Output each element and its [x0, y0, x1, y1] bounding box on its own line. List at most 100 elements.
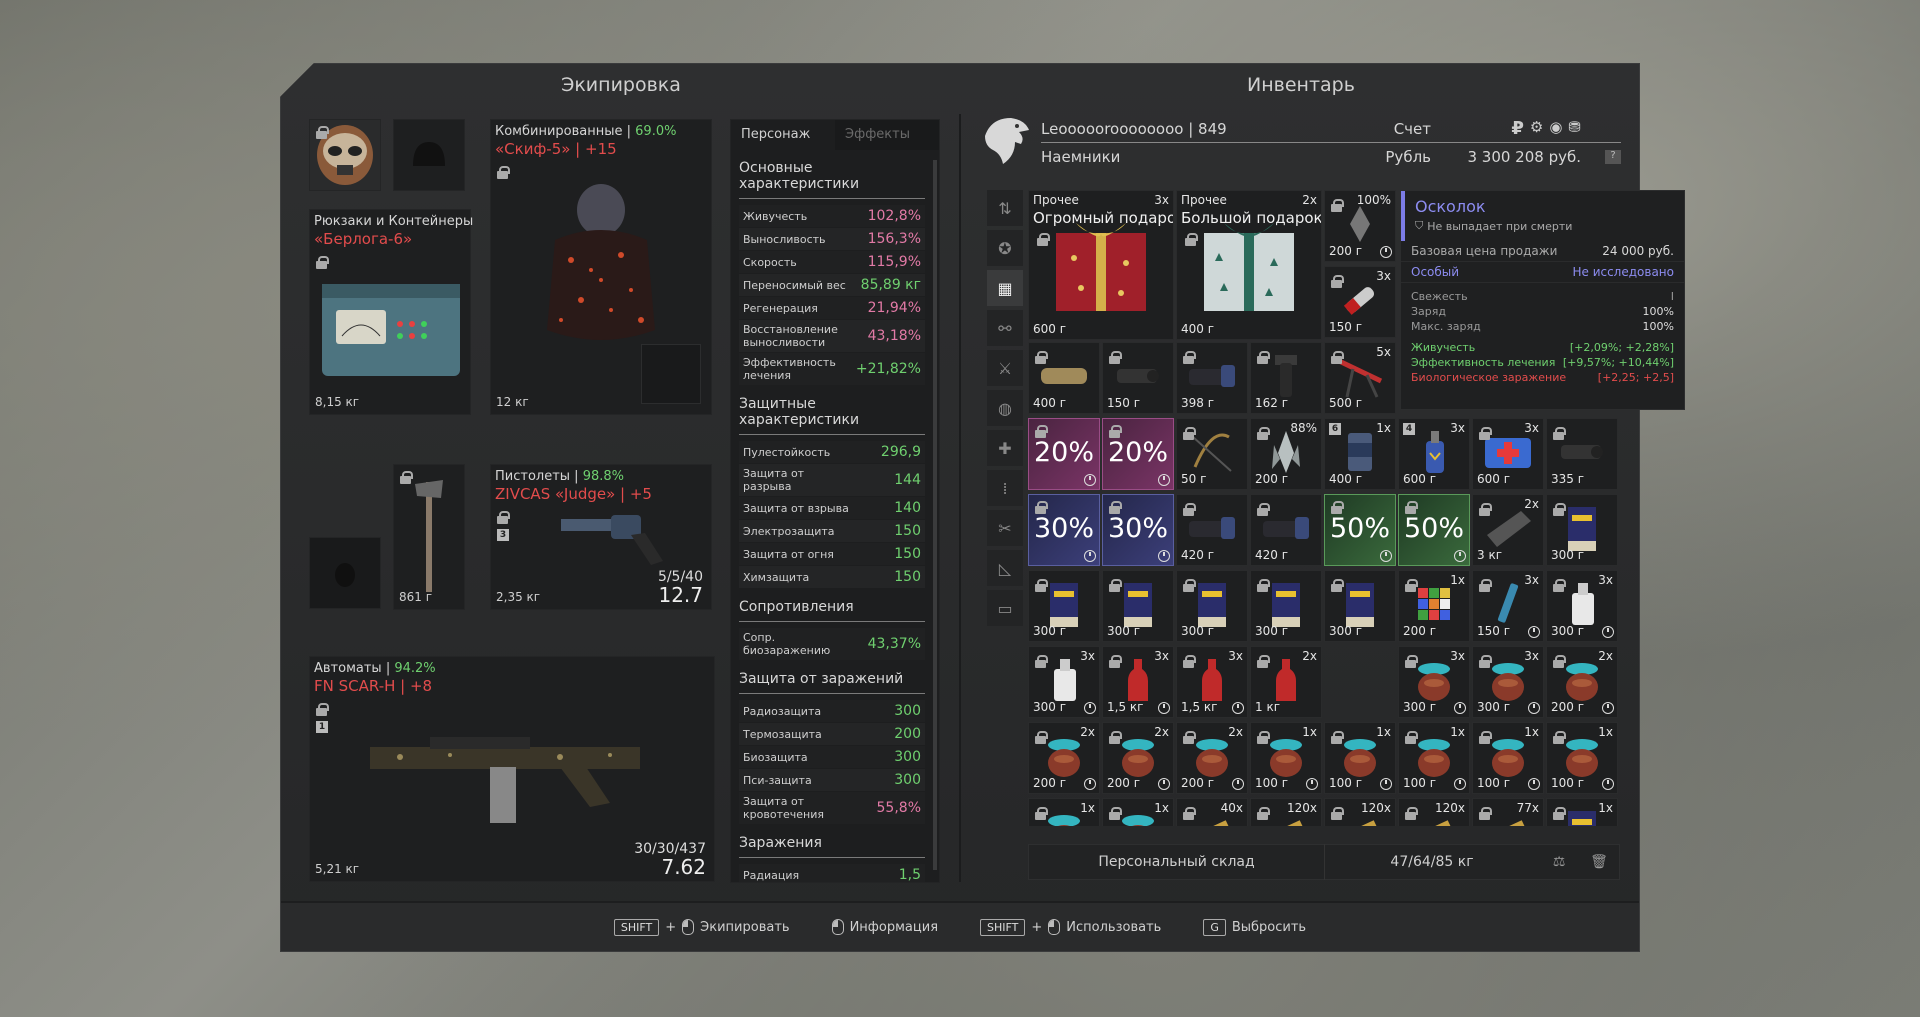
melee-slot[interactable]: 861 г: [393, 464, 465, 610]
helmet-slot[interactable]: [393, 119, 465, 191]
inventory-item[interactable]: 3x 600 г: [1472, 418, 1544, 490]
grenade-slot[interactable]: [309, 537, 381, 609]
inventory-item[interactable]: Прочее Большой подарок 2x 400 г: [1176, 190, 1322, 340]
inventory-item[interactable]: 1x 400 г 6: [1324, 418, 1396, 490]
knife-icon[interactable]: ⚔: [987, 350, 1023, 386]
inventory-item[interactable]: 2x 3 кг: [1472, 494, 1544, 566]
stat-label: Эффективность лечения: [743, 356, 836, 382]
inventory-item[interactable]: 2x 1 кг: [1250, 646, 1322, 718]
inventory-item[interactable]: 2x 200 г: [1176, 722, 1248, 794]
inventory-item[interactable]: 40x: [1176, 798, 1248, 826]
inventory-item[interactable]: 1x: [1546, 798, 1618, 826]
inventory-item[interactable]: Прочее Огромный подарок 3x 600 г: [1028, 190, 1174, 340]
inventory-item[interactable]: 2x 200 г: [1028, 722, 1100, 794]
inventory-item[interactable]: 162 г: [1250, 342, 1322, 414]
inventory-item[interactable]: 1x 100 г: [1472, 722, 1544, 794]
item-weight: 400 г: [1181, 322, 1215, 336]
rifle-slot[interactable]: Автоматы | 94.2% FN SCAR-H | +8 1 30/30/…: [309, 656, 715, 882]
lock-icon: [1479, 579, 1492, 592]
hint-bar: SHIFT + Экипировать Информация SHIFT + И…: [281, 901, 1639, 951]
inventory-item[interactable]: 1x 100 г: [1546, 722, 1618, 794]
inventory-item[interactable]: 1x 100 г: [1398, 722, 1470, 794]
inventory-item[interactable]: 100% 200 г: [1324, 190, 1396, 262]
inventory-item[interactable]: 3x 300 г: [1398, 646, 1470, 718]
armor-slot[interactable]: Комбинированные | 69.0% «Скиф-5» | +15 1…: [490, 119, 712, 415]
personal-storage-tab[interactable]: Персональный склад: [1029, 844, 1325, 880]
item-quantity: 3x: [1450, 421, 1465, 435]
stat-row: Живучесть 102,8%: [739, 205, 925, 227]
lock-icon: [316, 126, 329, 139]
inventory-item[interactable]: 3x 300 г: [1472, 646, 1544, 718]
medkit-icon[interactable]: ✚: [987, 430, 1023, 466]
item-quantity: 3x: [1228, 649, 1243, 663]
inventory-item[interactable]: 3x 1,5 кг: [1176, 646, 1248, 718]
inventory-item[interactable]: 2x 200 г: [1546, 646, 1618, 718]
armor-module-slot[interactable]: [641, 344, 701, 404]
inventory-item[interactable]: 1x: [1102, 798, 1174, 826]
inventory-item[interactable]: 1x 100 г: [1324, 722, 1396, 794]
plus-sign: +: [665, 919, 677, 935]
inventory-item[interactable]: 3x 300 г: [1546, 570, 1618, 642]
inventory-item[interactable]: 300 г: [1250, 570, 1322, 642]
item-percent: 20%: [1033, 437, 1094, 468]
inventory-item[interactable]: 120x: [1250, 798, 1322, 826]
stats-scrollbar[interactable]: [933, 160, 937, 870]
item-weight: 1 кг: [1255, 700, 1281, 714]
inventory-item[interactable]: 5x 500 г: [1324, 342, 1396, 414]
sort-icon[interactable]: ⇅: [987, 190, 1023, 226]
inventory-item[interactable]: 50%: [1324, 494, 1396, 566]
inventory-item[interactable]: 420 г: [1176, 494, 1248, 566]
trash-icon[interactable]: 🗑: [1579, 854, 1619, 870]
inventory-item[interactable]: 3x 1,5 кг: [1102, 646, 1174, 718]
pistol-slot[interactable]: Пистолеты | 98.8% ZIVCAS «Judge» | +5 3 …: [490, 464, 712, 610]
tools-icon[interactable]: ✂: [987, 510, 1023, 546]
star-icon[interactable]: ✪: [987, 230, 1023, 266]
inventory-item[interactable]: 420 г: [1250, 494, 1322, 566]
link-icon[interactable]: ⚯: [987, 310, 1023, 346]
tab-effects[interactable]: Эффекты: [835, 120, 939, 150]
inventory-item[interactable]: 30%: [1102, 494, 1174, 566]
tab-character[interactable]: Персонаж: [731, 120, 835, 150]
ammo-icon[interactable]: ⁞: [987, 470, 1023, 506]
inventory-item[interactable]: 300 г: [1324, 570, 1396, 642]
inventory-item[interactable]: 20%: [1028, 418, 1100, 490]
ruler-icon[interactable]: ◺: [987, 550, 1023, 586]
coin-icon[interactable]: ◉: [1549, 118, 1562, 139]
inventory-item[interactable]: 335 г: [1546, 418, 1618, 490]
inventory-item[interactable]: 2x 200 г: [1102, 722, 1174, 794]
stat-label: Переносимый вес: [743, 278, 846, 292]
inventory-item[interactable]: 50%: [1398, 494, 1470, 566]
inventory-item[interactable]: 300 г: [1102, 570, 1174, 642]
stat-label: Выносливость: [743, 232, 826, 246]
gear-icon[interactable]: ⚙: [1530, 118, 1543, 139]
inventory-item[interactable]: 1x 200 г: [1398, 570, 1470, 642]
inventory-item[interactable]: 3x 300 г: [1028, 646, 1100, 718]
inventory-item[interactable]: 3x 600 г 4: [1398, 418, 1470, 490]
inventory-item[interactable]: 77x: [1472, 798, 1544, 826]
inventory-item[interactable]: 300 г: [1546, 494, 1618, 566]
inventory-item[interactable]: 3x 150 г: [1472, 570, 1544, 642]
inventory-item[interactable]: 30%: [1028, 494, 1100, 566]
inventory-item[interactable]: 400 г: [1028, 342, 1100, 414]
grid-icon[interactable]: ▦: [987, 270, 1023, 306]
ruble-icon[interactable]: ₽: [1511, 118, 1524, 139]
box-icon[interactable]: ▭: [987, 590, 1023, 626]
inventory-item[interactable]: 88% 200 г: [1250, 418, 1322, 490]
inventory-item[interactable]: 1x: [1028, 798, 1100, 826]
inventory-item[interactable]: 1x 100 г: [1250, 722, 1322, 794]
inventory-item[interactable]: 50 г: [1176, 418, 1248, 490]
inventory-item[interactable]: 120x: [1324, 798, 1396, 826]
mask-slot[interactable]: [309, 119, 381, 191]
help-icon[interactable]: ?: [1605, 150, 1621, 164]
inventory-item[interactable]: 300 г: [1176, 570, 1248, 642]
backpack-slot[interactable]: Рюкзаки и Контейнеры «Берлога-6» 8,15 кг: [309, 209, 473, 415]
inventory-item[interactable]: 20%: [1102, 418, 1174, 490]
inventory-item[interactable]: 3x 150 г: [1324, 266, 1396, 338]
barter-icon[interactable]: ⛃: [1568, 118, 1581, 139]
inventory-item[interactable]: 398 г: [1176, 342, 1248, 414]
inventory-item[interactable]: 120x: [1398, 798, 1470, 826]
artifact-icon[interactable]: ◍: [987, 390, 1023, 426]
inventory-item[interactable]: 300 г: [1028, 570, 1100, 642]
clock-icon: [1528, 778, 1540, 790]
inventory-item[interactable]: 150 г: [1102, 342, 1174, 414]
